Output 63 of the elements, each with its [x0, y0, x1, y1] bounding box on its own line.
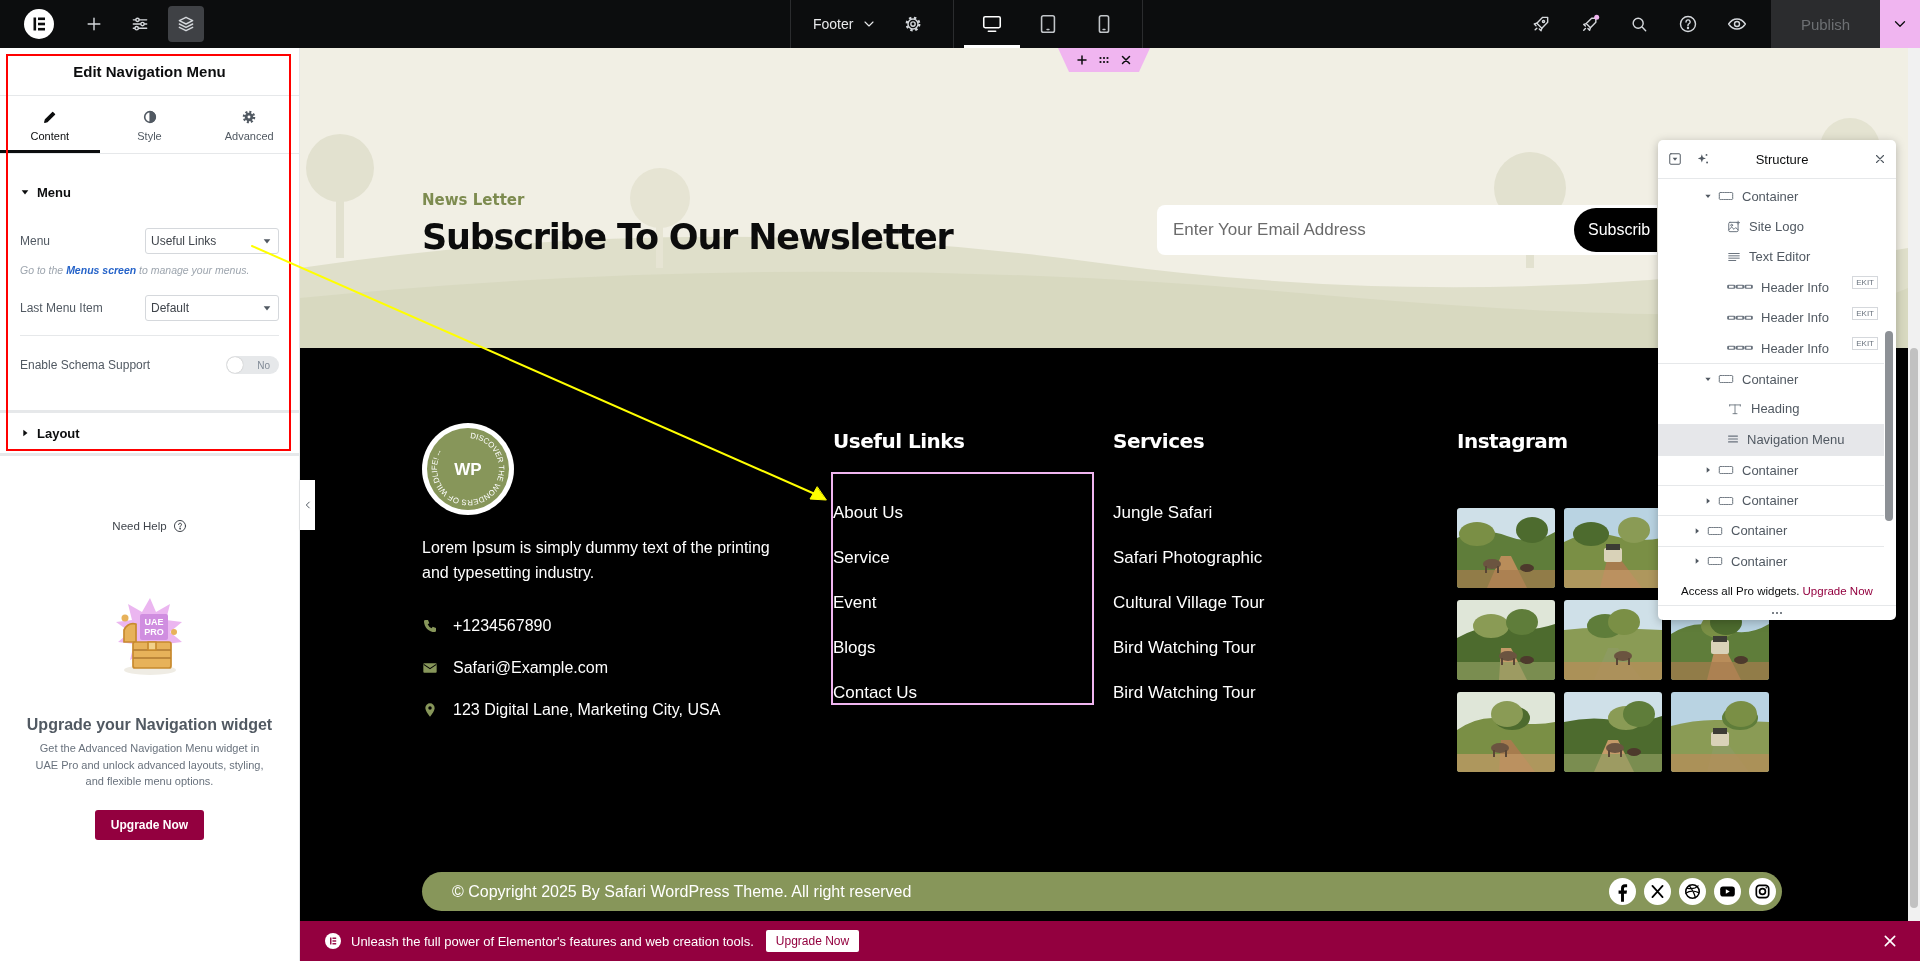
select-field[interactable]: Useful Links — [145, 228, 279, 254]
panel-tab[interactable]: Content — [0, 96, 100, 153]
tree-item[interactable]: Heading — [1658, 393, 1884, 425]
menus-screen-link[interactable]: Menus screen — [66, 264, 137, 276]
need-help-link[interactable]: Need Help — [106, 518, 193, 534]
upsell-title: Upgrade your Navigation widget — [25, 716, 274, 734]
tree-item[interactable]: Container — [1658, 363, 1884, 394]
column-heading: Instagram — [1457, 429, 1568, 455]
copyright-text: © Copyright 2025 By Safari WordPress Theme. All right reserved — [452, 882, 912, 901]
about-text: Lorem Ipsum is simply dummy text of the printing and typesetting industry. — [422, 538, 771, 583]
section-toggle[interactable]: Menu — [20, 154, 279, 230]
tree-item[interactable]: Text Editor — [1658, 241, 1884, 273]
panel-title: Edit Navigation Menu — [0, 48, 299, 96]
upgrade-now-button[interactable]: Upgrade Now — [765, 930, 860, 952]
upsell-description: Get the Advanced Navigation Menu widget in UAE Pro and unlock advanced layouts, styling, and flexible menu options. — [34, 741, 265, 789]
tree-item[interactable]: Container — [1658, 181, 1884, 212]
plugin-badge: EKIT — [1852, 276, 1878, 290]
panel-title: Structure — [1754, 151, 1810, 167]
field-label: Enable Schema Support — [20, 358, 151, 372]
contact-text: +1234567890 — [453, 617, 552, 635]
footer-link[interactable]: Contact Us — [833, 682, 1092, 704]
tree-item[interactable]: Container — [1658, 515, 1884, 546]
email-field[interactable]: Enter Your Email Address Subscrib — [1157, 205, 1657, 255]
newsletter-eyebrow: News Letter — [422, 191, 526, 209]
footer-link[interactable]: Safari Photographic — [1113, 547, 1372, 569]
column-heading: Services — [1113, 429, 1205, 455]
footer-link[interactable]: Bird Watching Tour — [1113, 682, 1372, 704]
promo-text: Unleash the full power of Elementor's features and web creation tools. — [351, 933, 754, 949]
field-label: Menu — [20, 234, 51, 248]
field-label: Last Menu Item — [20, 301, 103, 315]
contact-text: 123 Digital Lane, Marketing City, USA — [453, 701, 721, 719]
footer-link[interactable]: Bird Watching Tour — [1113, 637, 1372, 659]
pro-widgets-text: Access all Pro widgets. Upgrade Now — [1658, 577, 1896, 606]
upgrade-now-button[interactable]: Upgrade Now — [94, 809, 205, 840]
tree-item[interactable]: Header Info EKIT — [1658, 272, 1884, 303]
footer-link[interactable]: Blogs — [833, 637, 1092, 659]
tree-item[interactable]: Container — [1658, 545, 1884, 577]
badge-label: UAE — [144, 617, 163, 627]
tree-item[interactable]: Site Logo — [1658, 211, 1884, 242]
document-dropdown[interactable]: Footer — [809, 12, 882, 36]
plugin-badge: EKIT — [1852, 336, 1878, 350]
tree-item[interactable]: Container — [1658, 454, 1884, 485]
tree-item[interactable]: Header Info EKIT — [1658, 302, 1884, 333]
footer-link[interactable]: Jungle Safari — [1113, 502, 1372, 524]
contact-text: Safari@Example.com — [453, 659, 608, 677]
column-heading: Useful Links — [833, 429, 965, 455]
footer-link[interactable]: About Us — [833, 502, 1092, 524]
newsletter-heading: Subscribe To Our Newsletter — [422, 217, 953, 257]
footer-link[interactable]: Service — [833, 547, 1092, 569]
footer-link[interactable]: Event — [833, 592, 1092, 614]
plugin-badge: EKIT — [1852, 306, 1878, 320]
badge-label: PRO — [143, 627, 164, 637]
tree-item[interactable]: Header Info EKIT — [1658, 332, 1884, 364]
select-field[interactable]: Default — [145, 295, 279, 321]
help-text: Go to the Menus screen to manage your menus. — [20, 263, 251, 277]
subscribe-button[interactable]: Subscrib — [1574, 208, 1657, 252]
tree-item[interactable]: Navigation Menu — [1658, 424, 1884, 455]
upgrade-now-link[interactable]: Upgrade Now — [1802, 585, 1873, 597]
footer-link[interactable]: Cultural Village Tour — [1113, 592, 1372, 614]
panel-tab[interactable]: Style — [99, 96, 200, 153]
section-toggle[interactable]: Layout — [20, 413, 279, 453]
panel-tab[interactable]: Advanced — [199, 96, 299, 153]
tree-item[interactable]: Container — [1658, 484, 1884, 516]
